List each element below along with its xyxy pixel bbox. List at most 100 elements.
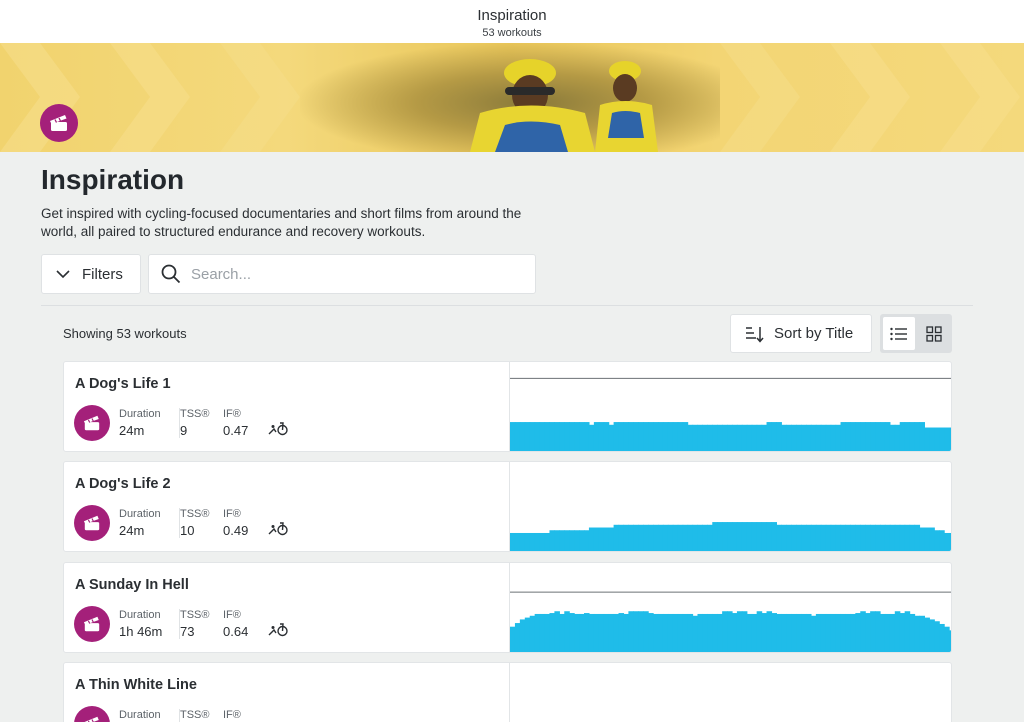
interval-bar xyxy=(584,422,590,451)
cyclists-photo xyxy=(300,43,720,152)
workout-title[interactable]: A Sunday In Hell xyxy=(75,577,189,593)
list-view-button[interactable] xyxy=(883,317,915,350)
interval-bar xyxy=(751,613,758,652)
interval-bar xyxy=(875,422,881,451)
interval-bar xyxy=(884,524,891,551)
interval-bar xyxy=(904,611,911,652)
interval-bar xyxy=(510,422,516,451)
interval-bar xyxy=(801,613,807,652)
workout-profile-graph xyxy=(509,462,951,551)
metric-if: IF® xyxy=(223,709,241,722)
grid-view-button[interactable] xyxy=(918,317,950,350)
interval-bar xyxy=(949,630,951,652)
interval-bar xyxy=(677,422,684,451)
sort-button[interactable]: Sort by Title xyxy=(730,314,872,353)
metric-if: IF® 0.64 xyxy=(223,609,248,639)
interval-bar xyxy=(756,611,763,652)
interval-bar xyxy=(741,522,748,551)
interval-bar xyxy=(569,422,575,451)
interval-bar xyxy=(529,422,536,451)
indoor-cycling-icon xyxy=(268,422,288,436)
filters-button[interactable]: Filters xyxy=(41,254,141,294)
interval-bar xyxy=(584,613,590,652)
interval-bar xyxy=(608,424,615,451)
interval-bar xyxy=(929,427,935,451)
sort-label: Sort by Title xyxy=(774,325,854,342)
interval-bar xyxy=(732,522,738,551)
interval-bar xyxy=(672,422,679,451)
workout-card[interactable]: A Thin White Line Duration TSS® IF® xyxy=(63,662,952,722)
workout-title[interactable]: A Dog's Life 2 xyxy=(75,476,171,492)
workout-card[interactable]: A Sunday In Hell Duration 1h 46m TSS® 73… xyxy=(63,562,952,653)
interval-bar xyxy=(534,532,541,551)
interval-bar xyxy=(929,619,935,652)
metric-if: IF® 0.49 xyxy=(223,508,248,538)
interval-bar xyxy=(894,524,901,551)
clapperboard-icon xyxy=(50,115,67,131)
interval-bar xyxy=(825,424,832,451)
interval-bar xyxy=(919,422,925,451)
if-label: IF® xyxy=(223,709,241,721)
interval-bar xyxy=(840,422,847,451)
interval-bar xyxy=(875,524,881,551)
view-toggle xyxy=(880,314,952,353)
duration-label: Duration xyxy=(119,609,161,621)
interval-bar xyxy=(648,524,654,551)
interval-bar xyxy=(766,522,773,551)
interval-bar xyxy=(761,522,768,551)
interval-bar xyxy=(593,422,600,451)
interval-bar xyxy=(628,524,634,551)
interval-bar xyxy=(588,613,595,652)
interval-bar xyxy=(613,422,620,451)
interval-bar xyxy=(682,422,689,451)
interval-bar xyxy=(766,422,773,451)
filters-label: Filters xyxy=(82,265,123,283)
interval-bar xyxy=(692,424,699,451)
interval-bar xyxy=(712,613,718,652)
interval-bar xyxy=(544,613,551,652)
metric-if: IF® 0.47 xyxy=(223,408,248,438)
interval-bar xyxy=(934,530,940,551)
indoor-cycling-icon xyxy=(268,522,288,536)
duration-value: 1h 46m xyxy=(119,624,163,639)
interval-bar xyxy=(638,422,644,451)
top-bar: Inspiration 53 workouts xyxy=(0,0,1024,43)
interval-bar xyxy=(687,524,694,551)
interval-bar xyxy=(569,613,575,652)
interval-bar xyxy=(603,613,610,652)
interval-bar xyxy=(697,524,703,551)
interval-bar xyxy=(924,427,930,451)
interval-bar xyxy=(850,613,856,652)
interval-bar xyxy=(534,613,541,652)
result-count: Showing 53 workouts xyxy=(63,326,187,341)
interval-bar xyxy=(667,524,674,551)
chevron-down-icon xyxy=(56,269,70,278)
workout-title[interactable]: A Thin White Line xyxy=(75,677,197,693)
search-input[interactable] xyxy=(191,265,511,283)
workout-card[interactable]: A Dog's Life 1 Duration 24m TSS® 9 IF® 0… xyxy=(63,361,952,452)
interval-bar xyxy=(549,530,555,551)
interval-bar xyxy=(618,613,625,652)
interval-bar xyxy=(949,532,951,551)
if-label: IF® xyxy=(223,508,241,520)
interval-bar xyxy=(751,522,758,551)
interval-bar xyxy=(662,524,669,551)
interval-bar xyxy=(914,422,921,451)
interval-bar xyxy=(559,530,565,551)
interval-bar xyxy=(939,623,945,652)
interval-bar xyxy=(786,613,792,652)
workout-card[interactable]: A Dog's Life 2 Duration 24m TSS® 10 IF® … xyxy=(63,461,952,552)
duration-value: 24m xyxy=(119,423,145,438)
interval-bar xyxy=(914,615,921,652)
interval-bar xyxy=(707,424,713,451)
interval-bar xyxy=(806,613,812,652)
workout-title[interactable]: A Dog's Life 1 xyxy=(75,376,171,392)
tss-label: TSS® xyxy=(180,609,210,621)
interval-bar xyxy=(682,524,689,551)
interval-bar xyxy=(830,424,837,451)
tss-label: TSS® xyxy=(180,508,210,520)
search-box[interactable] xyxy=(148,254,536,294)
interval-bar xyxy=(662,613,669,652)
interval-bar xyxy=(510,532,516,551)
interval-bar xyxy=(884,613,891,652)
